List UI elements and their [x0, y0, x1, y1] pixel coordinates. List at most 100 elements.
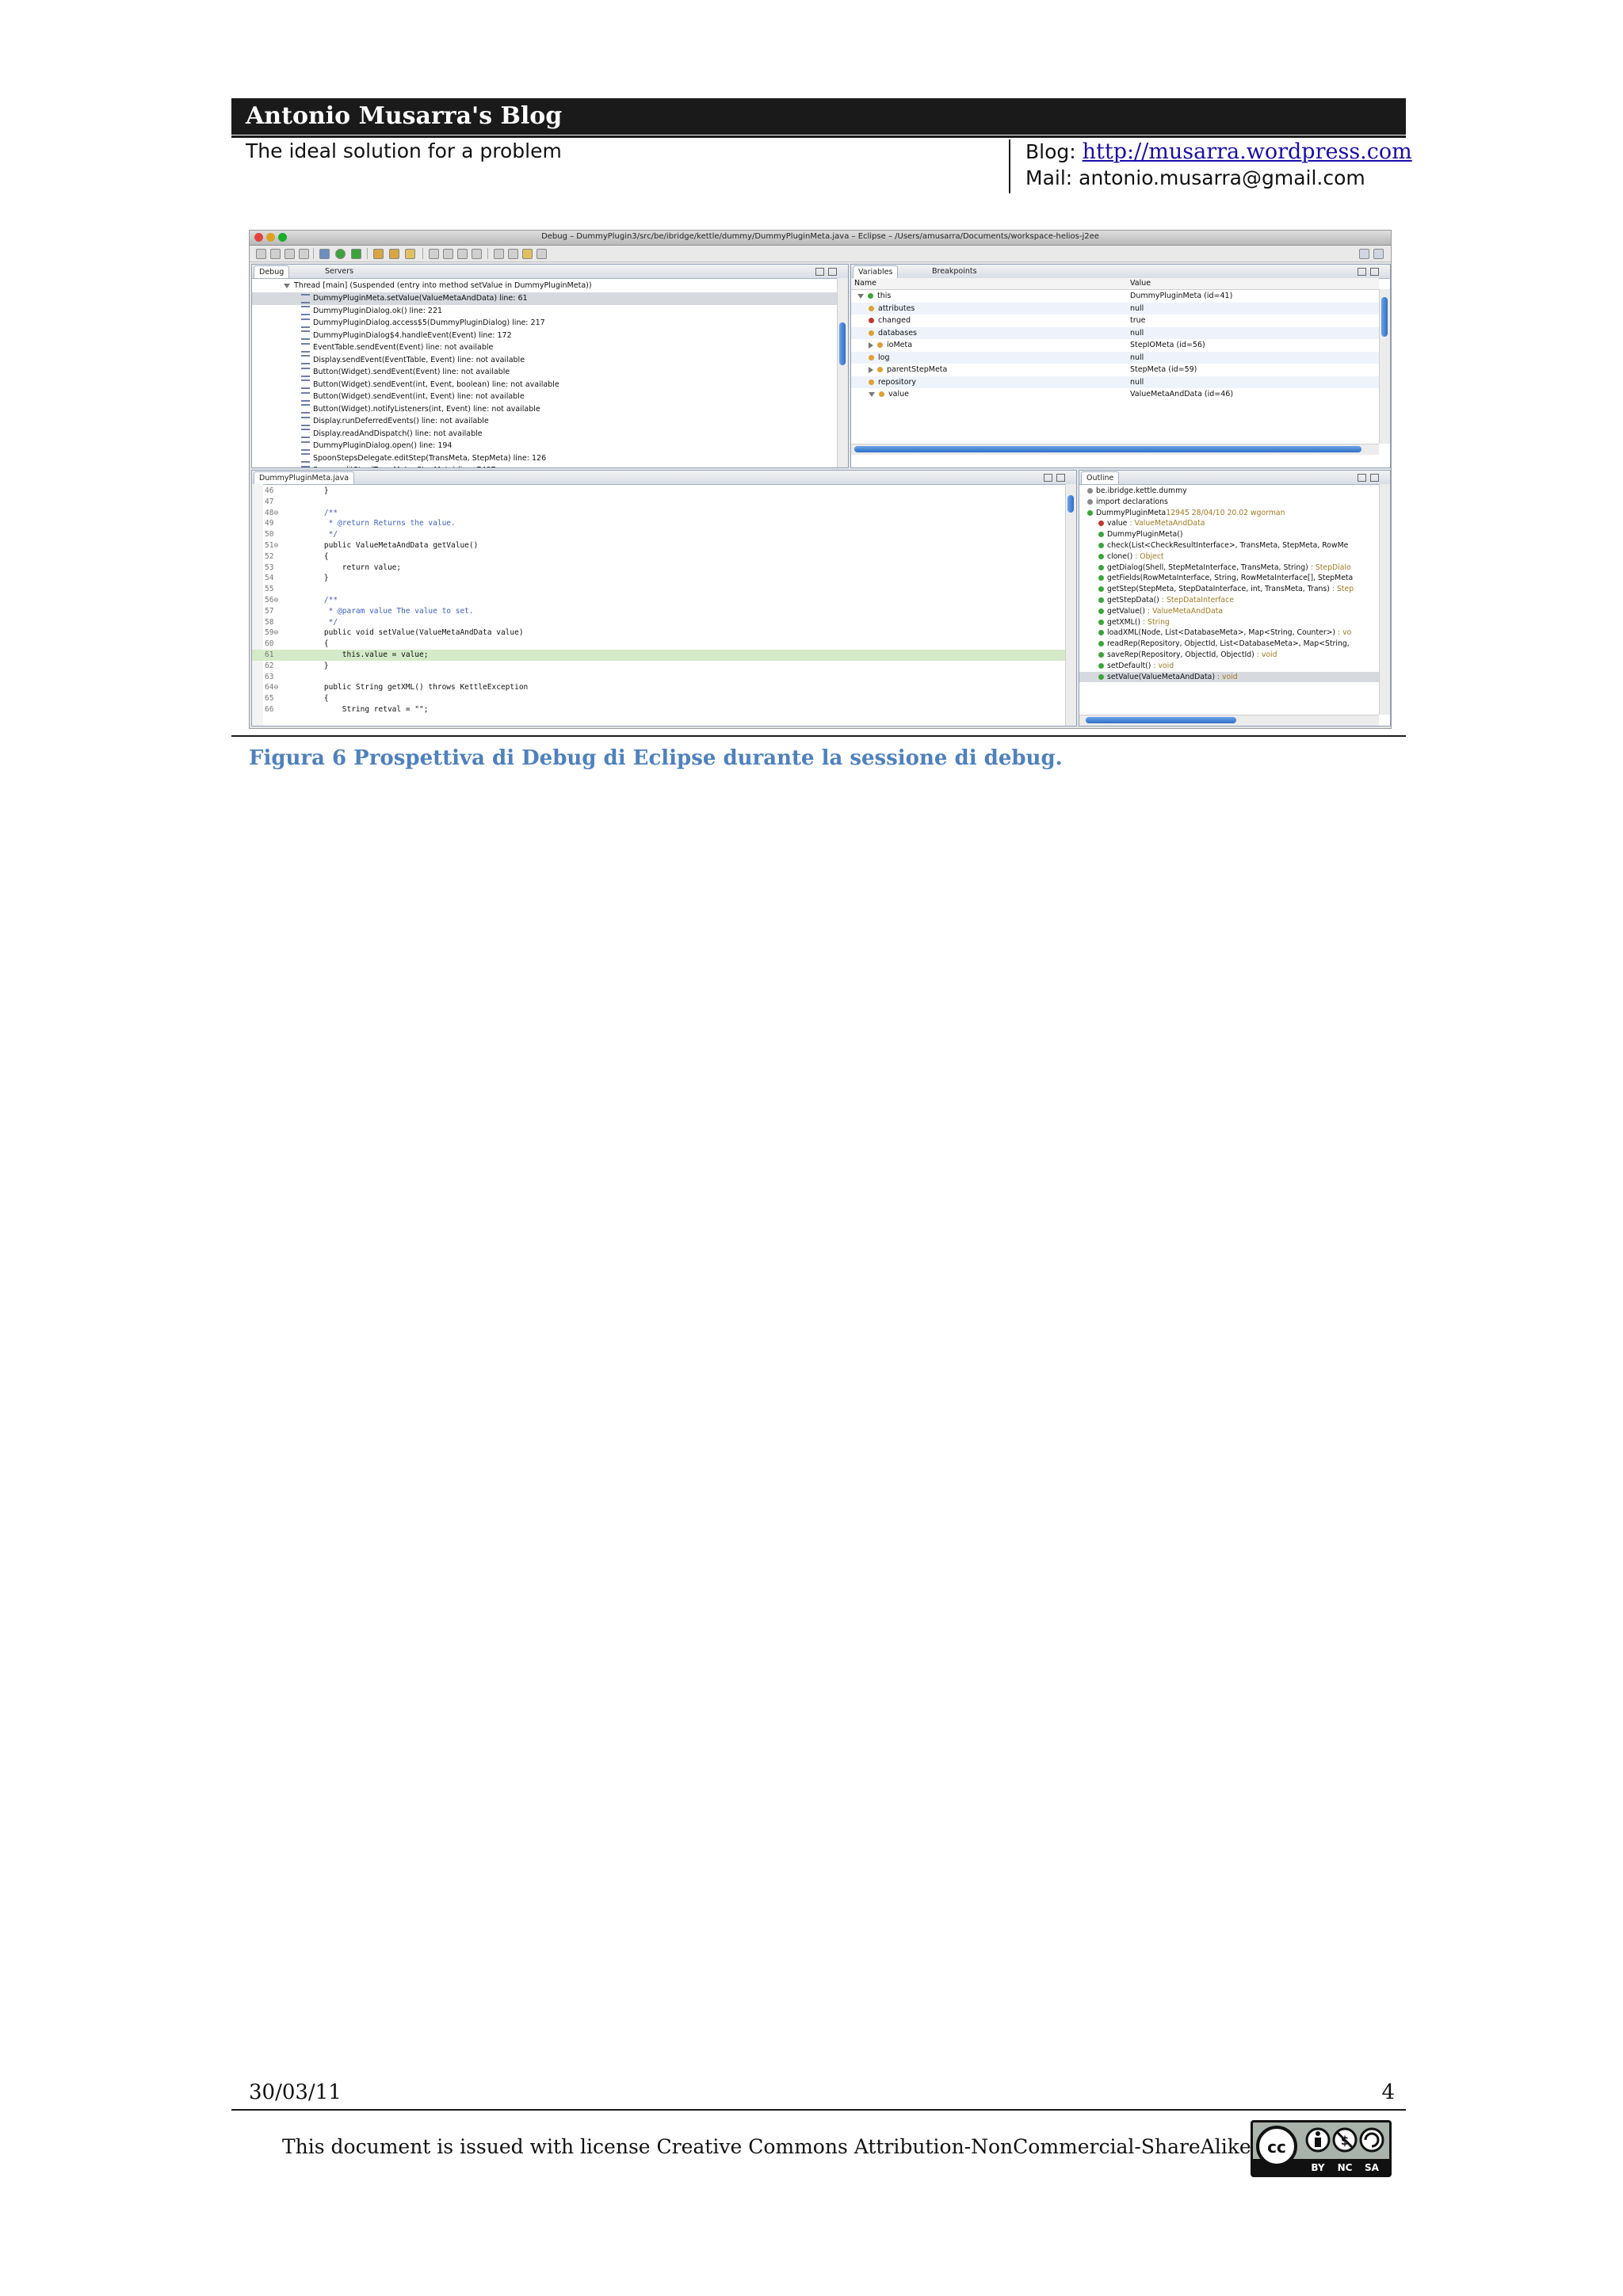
outline-item[interactable]: be.ibridge.kettle.dummy	[1079, 486, 1379, 497]
run-icon[interactable]	[335, 249, 346, 259]
debug-vertical-scrollbar[interactable]	[837, 278, 848, 467]
code-line[interactable]: 57 * @param value The value to set.	[252, 606, 1065, 617]
new-package-icon[interactable]	[373, 249, 384, 259]
stack-frame-row[interactable]: Display.readAndDispatch() line: not avai…	[252, 428, 837, 441]
outline-item[interactable]: getStep(StepMeta, StepDataInterface, int…	[1079, 584, 1379, 595]
forward-icon[interactable]	[537, 249, 547, 259]
code-line[interactable]: 48⊖ /**	[252, 508, 1065, 519]
editor-scroll-thumb[interactable]	[1067, 495, 1074, 513]
print-icon[interactable]	[299, 249, 309, 259]
code-line[interactable]: 56⊖ /**	[252, 595, 1065, 606]
maximize-view-icon[interactable]	[1370, 268, 1379, 276]
stack-frame-row[interactable]: DummyPluginMeta.setValue(ValueMetaAndDat…	[252, 292, 837, 305]
outline-item[interactable]: saveRep(Repository, ObjectId, ObjectId) …	[1079, 650, 1379, 661]
outline-vertical-scrollbar[interactable]	[1379, 484, 1390, 715]
code-line[interactable]: 46 }	[252, 486, 1065, 497]
run-external-icon[interactable]	[351, 249, 361, 259]
outline-item[interactable]: loadXML(Node, List<DatabaseMeta>, Map<St…	[1079, 627, 1379, 639]
next-annotation-icon[interactable]	[494, 249, 504, 259]
expand-icon[interactable]	[869, 366, 873, 373]
stack-frame-row[interactable]: Button(Widget).sendEvent(int, Event) lin…	[252, 391, 837, 403]
code-line[interactable]: 49 * @return Returns the value.	[252, 518, 1065, 529]
open-perspective-icon[interactable]	[1359, 249, 1369, 259]
tab-variables[interactable]: Variables	[853, 265, 899, 278]
outline-item[interactable]: DummyPluginMeta12945 28/04/10 20.02 wgor…	[1079, 508, 1379, 519]
code-line[interactable]: 52 {	[252, 551, 1065, 563]
debug-icon[interactable]	[319, 249, 330, 259]
stack-frame-row[interactable]: DummyPluginDialog.open() line: 194	[252, 440, 837, 452]
outline-item[interactable]: getStepData() : StepDataInterface	[1079, 595, 1379, 606]
variable-row[interactable]: changed true	[851, 315, 1379, 327]
tab-debug[interactable]: Debug	[254, 265, 290, 278]
open-folder-icon[interactable]	[389, 249, 399, 259]
outline-hscroll-thumb[interactable]	[1086, 717, 1236, 723]
variables-vertical-scrollbar[interactable]	[1379, 289, 1390, 444]
prev-annotation-icon[interactable]	[508, 249, 518, 259]
stack-frame-row[interactable]: DummyPluginDialog.access$5(DummyPluginDi…	[252, 317, 837, 330]
variable-row[interactable]: this DummyPluginMeta (id=41)	[851, 290, 1379, 303]
outline-item[interactable]: setDefault() : void	[1079, 661, 1379, 672]
maximize-editor-icon[interactable]	[1056, 474, 1065, 482]
code-line[interactable]: 63	[252, 672, 1065, 683]
stack-frame-row[interactable]: Button(Widget).notifyListeners(int, Even…	[252, 403, 837, 416]
code-line[interactable]: 51⊖ public ValueMetaAndData getValue()	[252, 540, 1065, 551]
code-line[interactable]: 60 {	[252, 639, 1065, 650]
outline-item[interactable]: getXML() : String	[1079, 617, 1379, 628]
tab-servers[interactable]: Servers	[320, 265, 358, 277]
tab-dummypluginmeta-java[interactable]: DummyPluginMeta.java	[254, 471, 355, 484]
code-line[interactable]: 61 this.value = value;	[252, 650, 1065, 661]
collapse-icon[interactable]	[857, 293, 864, 299]
stack-frame-row[interactable]: Display.runDeferredEvents() line: not av…	[252, 415, 837, 428]
variables-horizontal-scrollbar[interactable]	[851, 444, 1379, 455]
new-icon[interactable]	[256, 249, 266, 259]
tab-outline[interactable]: Outline	[1081, 471, 1120, 484]
code-line[interactable]: 58 */	[252, 617, 1065, 628]
code-line[interactable]: 64⊖ public String getXML() throws Kettle…	[252, 682, 1065, 693]
thread-row[interactable]: Thread [main] (Suspended (entry into met…	[252, 280, 837, 292]
outline-item[interactable]: getValue() : ValueMetaAndData	[1079, 606, 1379, 617]
stack-frame-row[interactable]: Button(Widget).sendEvent(int, Event, boo…	[252, 379, 837, 391]
minimize-editor-icon[interactable]	[1044, 474, 1052, 482]
outline-item[interactable]: clone() : Object	[1079, 551, 1379, 563]
stack-frame-row[interactable]: EventTable.sendEvent(Event) line: not av…	[252, 341, 837, 354]
minimize-view-icon[interactable]	[1358, 268, 1366, 276]
variable-row[interactable]: parentStepMeta StepMeta (id=59)	[851, 364, 1379, 376]
annotation-icon[interactable]	[443, 249, 453, 259]
variable-row[interactable]: value ValueMetaAndData (id=46)	[851, 388, 1379, 401]
outline-item[interactable]: DummyPluginMeta()	[1079, 529, 1379, 540]
outline-item[interactable]: setValue(ValueMetaAndData) : void	[1079, 671, 1379, 683]
debug-scroll-thumb[interactable]	[839, 322, 846, 365]
outline-item[interactable]: check(List<CheckResultInterface>, TransM…	[1079, 540, 1379, 551]
variable-row[interactable]: log null	[851, 351, 1379, 364]
blog-url-link[interactable]: http://musarra.wordpress.com	[1083, 139, 1412, 164]
stack-frame-row[interactable]: DummyPluginDialog.ok() line: 221	[252, 305, 837, 318]
debug-perspective-icon[interactable]	[1373, 249, 1384, 259]
stack-frame-row[interactable]: Spoon.editStep(TransMeta, StepMeta) line…	[252, 464, 837, 467]
save-icon[interactable]	[270, 249, 281, 259]
variable-row[interactable]: repository null	[851, 376, 1379, 388]
outline-item[interactable]: import declarations	[1079, 497, 1379, 508]
code-line[interactable]: 55	[252, 584, 1065, 595]
code-line[interactable]: 59⊖ public void setValue(ValueMetaAndDat…	[252, 627, 1065, 639]
outline-item[interactable]: getDialog(Shell, StepMetaInterface, Tran…	[1079, 563, 1379, 574]
minimize-view-icon[interactable]	[815, 268, 824, 276]
outline-item[interactable]: getFields(RowMetaInterface, String, RowM…	[1079, 573, 1379, 584]
back-icon[interactable]	[522, 249, 533, 259]
code-line[interactable]: 53 return value;	[252, 563, 1065, 574]
variables-hscroll-thumb[interactable]	[854, 446, 1361, 452]
collapse-icon[interactable]	[869, 391, 875, 397]
code-line[interactable]: 54 }	[252, 573, 1065, 584]
outline-item[interactable]: value : ValueMetaAndData	[1079, 518, 1379, 529]
outline-item[interactable]: readRep(Repository, ObjectId, List<Datab…	[1079, 639, 1379, 650]
maximize-view-icon[interactable]	[828, 268, 837, 276]
code-line[interactable]: 50 */	[252, 529, 1065, 540]
code-line[interactable]: 65 {	[252, 693, 1065, 704]
expand-thread-icon[interactable]	[284, 283, 290, 288]
pen-icon[interactable]	[405, 249, 415, 259]
column-value[interactable]: Value	[1130, 278, 1151, 289]
code-line[interactable]: 62 }	[252, 661, 1065, 672]
variable-row[interactable]: ioMeta StepIOMeta (id=56)	[851, 339, 1379, 352]
minimize-outline-icon[interactable]	[1358, 474, 1366, 482]
code-line[interactable]: 66 String retval = "";	[252, 704, 1065, 715]
search-icon[interactable]	[429, 249, 439, 259]
